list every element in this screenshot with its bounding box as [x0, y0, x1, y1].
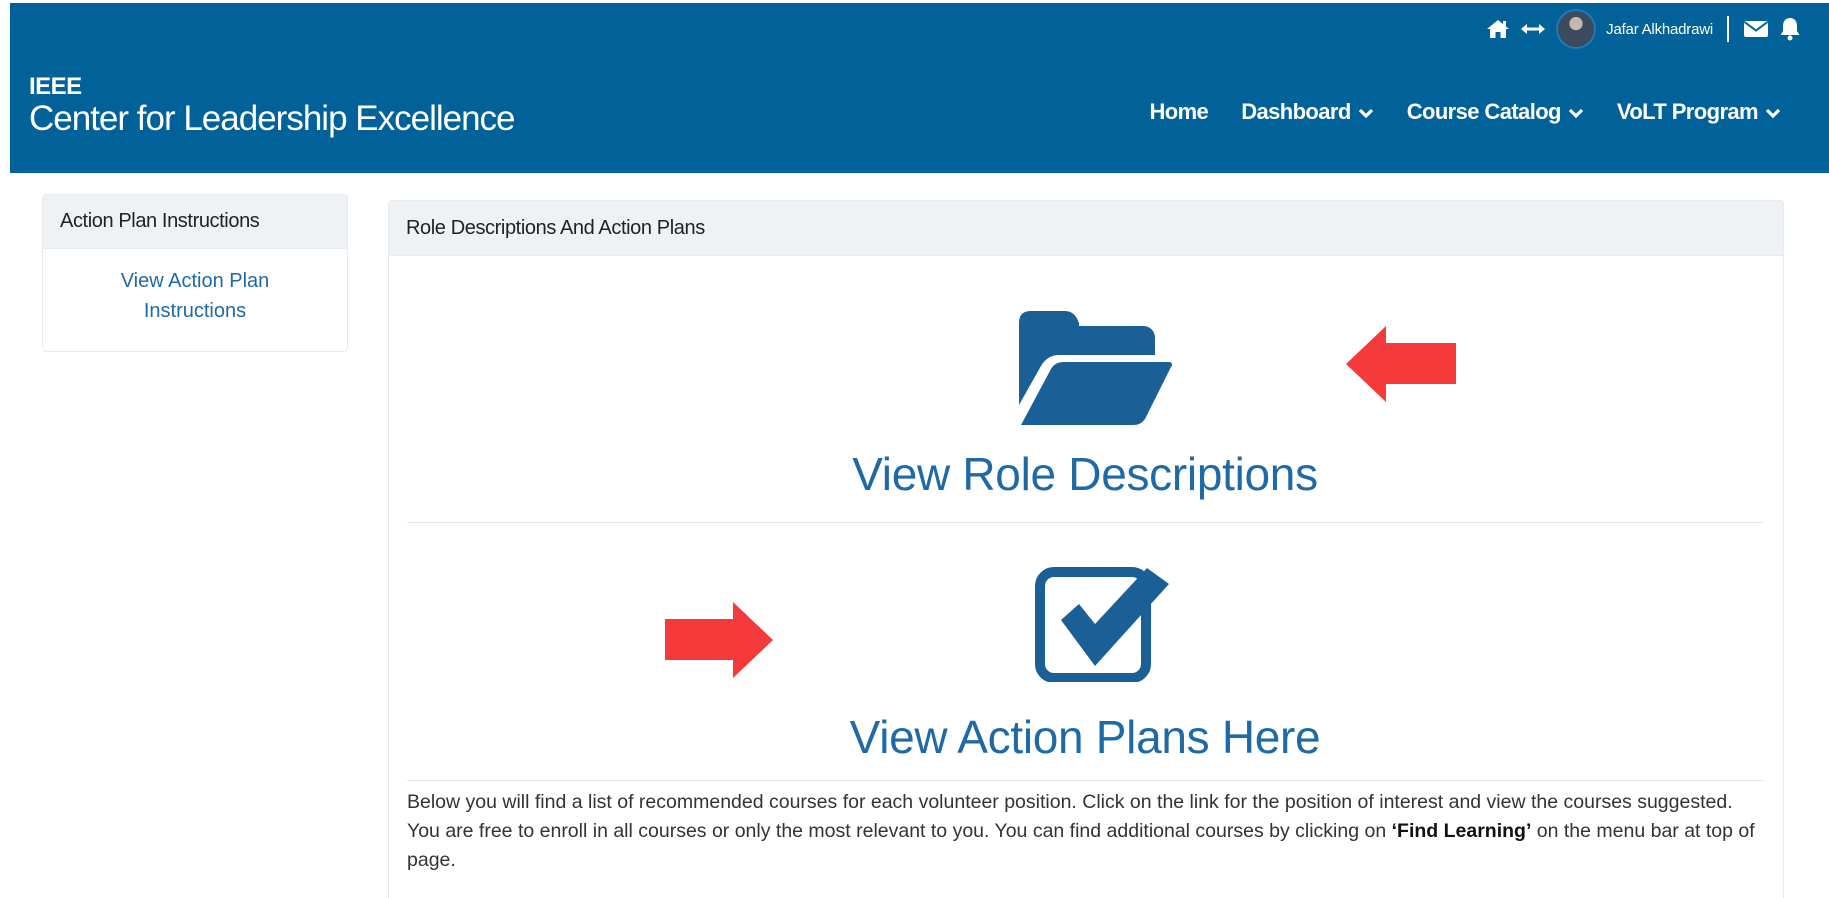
nav-course-catalog[interactable]: Course Catalog: [1407, 99, 1584, 125]
section-divider: [407, 522, 1763, 523]
role-descriptions-panel: Role Descriptions And Action Plans View …: [388, 200, 1784, 898]
action-plans-section: View Action Plans Here: [407, 566, 1763, 764]
folder-open-icon[interactable]: [1019, 309, 1173, 425]
nav-volt-program-label: VoLT Program: [1616, 99, 1759, 124]
section-divider: [407, 780, 1763, 781]
nav-home[interactable]: Home: [1149, 99, 1208, 125]
nav-dashboard[interactable]: Dashboard: [1241, 99, 1374, 125]
chevron-down-icon: [1568, 99, 1584, 125]
sidebar-heading: Action Plan Instructions: [43, 195, 347, 249]
nav-dashboard-label: Dashboard: [1241, 99, 1351, 124]
nav-home-label: Home: [1149, 99, 1209, 124]
site-header: Jafar Alkhadrawi IEEE Center for Leaders…: [10, 3, 1829, 173]
divider: [1727, 16, 1729, 42]
bell-icon[interactable]: [1779, 17, 1801, 41]
find-learning-emphasis: ‘Find Learning’: [1391, 820, 1532, 842]
right-arrow: [665, 602, 773, 678]
nav-course-catalog-label: Course Catalog: [1406, 99, 1562, 124]
home-icon[interactable]: [1486, 19, 1510, 39]
expand-arrows-icon[interactable]: [1520, 22, 1546, 36]
role-descriptions-section: View Role Descriptions: [407, 309, 1763, 501]
check-square-icon[interactable]: [1035, 566, 1173, 682]
action-plan-instructions-panel: Action Plan Instructions View Action Pla…: [42, 194, 348, 352]
main-nav: Home Dashboard Course Catalog VoLT Progr…: [1149, 99, 1781, 125]
view-action-plans-link[interactable]: View Action Plans Here: [850, 710, 1321, 764]
view-action-plan-instructions-link[interactable]: View Action Plan Instructions: [43, 266, 347, 326]
description-text: Below you will find a list of recommende…: [407, 788, 1767, 875]
utility-bar: Jafar Alkhadrawi: [1486, 9, 1801, 49]
view-role-descriptions-link[interactable]: View Role Descriptions: [852, 447, 1318, 501]
site-logo[interactable]: IEEE Center for Leadership Excellence: [29, 73, 516, 139]
nav-volt-program[interactable]: VoLT Program: [1617, 99, 1781, 125]
avatar[interactable]: [1556, 9, 1597, 49]
brand-org: IEEE: [29, 73, 82, 100]
main-heading: Role Descriptions And Action Plans: [389, 201, 1783, 256]
left-arrow: [1346, 326, 1456, 402]
chevron-down-icon: [1765, 99, 1781, 125]
user-name[interactable]: Jafar Alkhadrawi: [1606, 21, 1713, 38]
chevron-down-icon: [1358, 99, 1374, 125]
brand-title: Center for Leadership Excellence: [29, 99, 516, 138]
mail-icon[interactable]: [1743, 19, 1769, 39]
